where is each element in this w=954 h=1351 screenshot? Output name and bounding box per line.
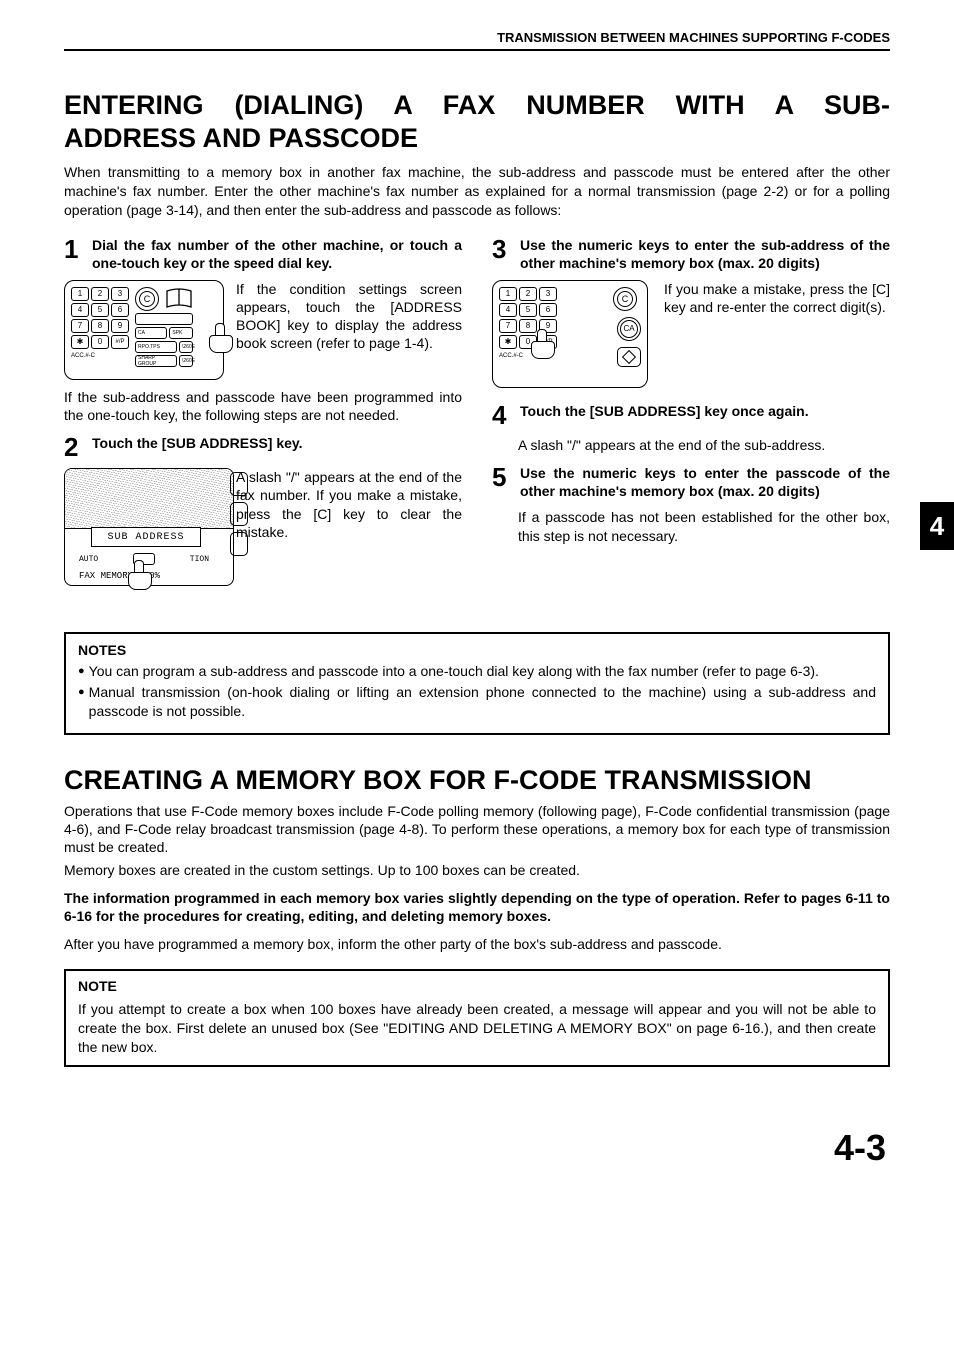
ca-key-icon: CA: [617, 317, 641, 341]
step-title-5: Use the numeric keys to enter the passco…: [520, 464, 890, 500]
step-title-4: Touch the [SUB ADDRESS] key once again.: [520, 402, 890, 428]
sub-address-button: SUB ADDRESS: [91, 527, 201, 547]
key-5: 5: [91, 303, 109, 317]
step-number-2: 2: [64, 434, 86, 460]
key-4b: 4: [499, 303, 517, 317]
notes-title-2: NOTE: [78, 977, 876, 996]
running-header: TRANSMISSION BETWEEN MACHINES SUPPORTING…: [64, 30, 890, 51]
keypad-figure-2: 123 456 789 ✱0#/P ACC.#-C C CA: [492, 280, 648, 388]
keypad-figure-1: 123 456 789 ✱0#/P ACC.#-C C: [64, 280, 224, 380]
step-title-1: Dial the fax number of the other machine…: [92, 236, 462, 272]
hand-pointer-icon: [205, 323, 217, 353]
hand-pointer-icon: [124, 560, 154, 590]
step5-body: If a passcode has not been established f…: [492, 508, 890, 544]
note-item: You can program a sub-address and passco…: [78, 662, 876, 681]
key-8: 8: [91, 319, 109, 333]
slot-1: RPO.TPS: [135, 341, 177, 353]
sec2-para-1: Operations that use F-Code memory boxes …: [64, 802, 890, 857]
key-1b: 1: [499, 287, 517, 301]
note2-body: If you attempt to create a box when 100 …: [78, 1000, 876, 1057]
notes-title-1: NOTES: [78, 642, 876, 658]
side-button-2: [230, 502, 248, 526]
auto-label-right: TION: [190, 555, 209, 564]
key-0: 0: [91, 335, 109, 349]
step-number-3: 3: [492, 236, 514, 272]
ca-key: CA: [135, 327, 167, 339]
step-title-3: Use the numeric keys to enter the sub-ad…: [520, 236, 890, 272]
step2-side-text: A slash "/" appears at the end of the fa…: [236, 468, 462, 598]
key-star: ✱: [71, 335, 89, 349]
intro-paragraph: When transmitting to a memory box in ano…: [64, 163, 890, 220]
acc-label: ACC.#-C: [71, 353, 129, 359]
step-number-4: 4: [492, 402, 514, 428]
page-number: 4-3: [64, 1127, 890, 1169]
acc-label-b: ACC.#-C: [499, 353, 557, 359]
step4-body: A slash "/" appears at the end of the su…: [492, 436, 890, 454]
heading-1-line2: ADDRESS AND PASSCODE: [64, 122, 890, 155]
step1-side-text: If the condition settings screen appears…: [236, 280, 462, 380]
key-9b: 9: [539, 319, 557, 333]
step-title-2: Touch the [SUB ADDRESS] key.: [92, 434, 462, 460]
clear-key-icon: C: [135, 287, 159, 311]
key-4: 4: [71, 303, 89, 317]
sec2-bold-para: The information programmed in each memor…: [64, 889, 890, 925]
step-number-1: 1: [64, 236, 86, 272]
touchscreen-figure: SUB ADDRESS AUTO TION FAX MEMORY:100%: [64, 468, 234, 598]
spk-key: SPK: [169, 327, 193, 339]
key-3: 3: [111, 287, 129, 301]
auto-label-left: AUTO: [79, 555, 98, 564]
step1-below-text: If the sub-address and passcode have bee…: [64, 388, 462, 424]
key-7b: 7: [499, 319, 517, 333]
book-icon: [165, 287, 193, 309]
clear-key-icon-b: C: [613, 287, 637, 311]
key-9: 9: [111, 319, 129, 333]
diamond-button-icon: [617, 347, 641, 367]
key-5b: 5: [519, 303, 537, 317]
chapter-tab-4: 4: [920, 502, 954, 550]
heading-1-line1: ENTERING (DIALING) A FAX NUMBER WITH A S…: [64, 89, 890, 122]
key-2: 2: [91, 287, 109, 301]
key-2b: 2: [519, 287, 537, 301]
step3-side-text: If you make a mistake, press the [C] key…: [664, 280, 890, 388]
step-number-5: 5: [492, 464, 514, 500]
heading-2: CREATING A MEMORY BOX FOR F-CODE TRANSMI…: [64, 765, 890, 796]
key-6: 6: [111, 303, 129, 317]
key-3b: 3: [539, 287, 557, 301]
key-starb: ✱: [499, 335, 517, 349]
sec2-para-2: Memory boxes are created in the custom s…: [64, 861, 890, 879]
phone-icon-2: \260E: [179, 355, 193, 367]
side-button-1: [230, 472, 248, 496]
key-1: 1: [71, 287, 89, 301]
key-7: 7: [71, 319, 89, 333]
key-hashp: #/P: [111, 335, 129, 349]
slot-2: SHARP GROUP: [135, 355, 177, 367]
side-button-3: [230, 532, 248, 556]
key-8b: 8: [519, 319, 537, 333]
phone-icon: \260E: [179, 341, 193, 353]
note-item: Manual transmission (on-hook dialing or …: [78, 683, 876, 721]
notes-box-1: NOTES You can program a sub-address and …: [64, 632, 890, 735]
key-0b: 0: [519, 335, 537, 349]
notes-box-2: NOTE If you attempt to create a box when…: [64, 969, 890, 1067]
sec2-para-3: After you have programmed a memory box, …: [64, 935, 890, 953]
key-hashpb: #/P: [539, 335, 557, 349]
key-6b: 6: [539, 303, 557, 317]
